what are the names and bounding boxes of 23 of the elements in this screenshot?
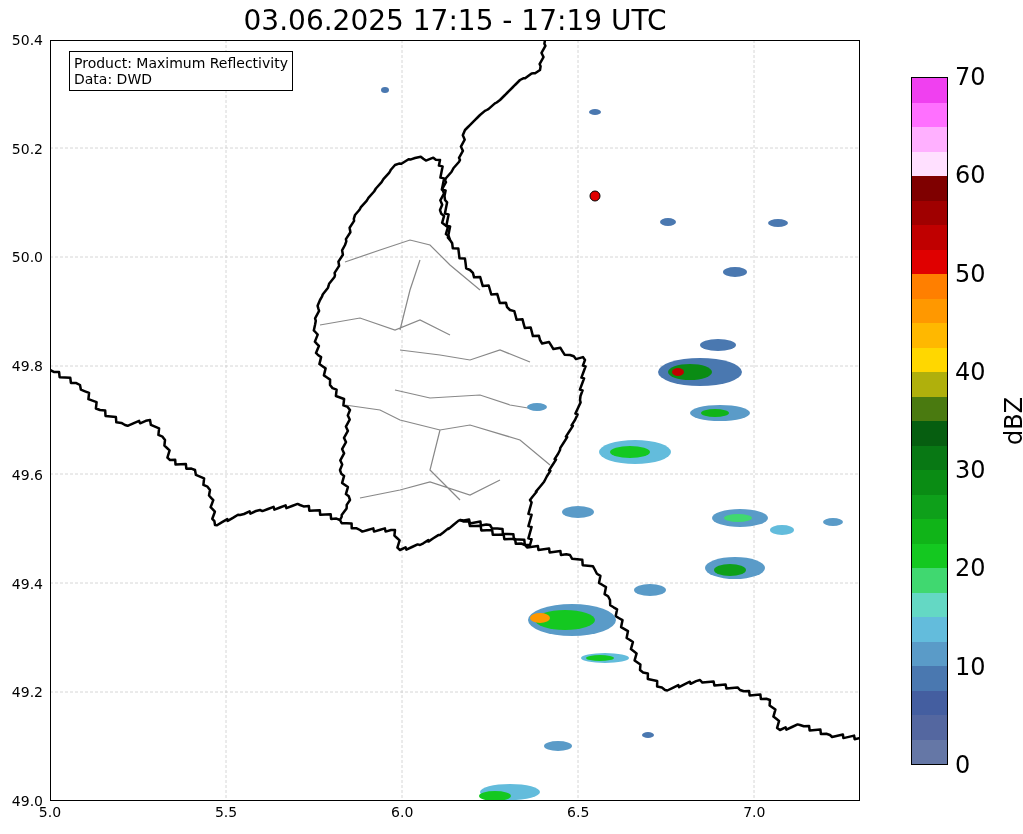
y-tick-label: 49.6 (11, 466, 43, 483)
y-tick-label: 50.0 (11, 249, 43, 266)
y-tick-label: 49.8 (11, 358, 43, 375)
info-text: Data: DWD (74, 71, 153, 87)
colorbar-label: dBZ (1000, 396, 1023, 446)
info-text: Product: Maximum Reflectivity (74, 55, 288, 71)
colorbar-tick-label: 30 (955, 457, 986, 484)
y-tick-label: 50.4 (11, 32, 43, 48)
chart-title: 03.06.2025 17:15 - 17:19 UTC (243, 3, 667, 37)
colorbar-tick-label: 60 (955, 162, 986, 189)
colorbar-tick-label: 40 (955, 358, 986, 385)
x-tick-label: 6.5 (567, 804, 590, 820)
y-tick-label: 49.4 (11, 575, 43, 592)
x-tick-label: 5.5 (214, 804, 238, 820)
colorbar-tick-label: 50 (955, 260, 986, 287)
x-tick-label: 7.0 (743, 804, 766, 820)
colorbar-tick-label: 20 (955, 555, 986, 582)
colorbar-tick-label: 70 (955, 64, 986, 90)
y-tick-label: 50.2 (11, 140, 43, 157)
y-tick-label: 49.2 (11, 684, 43, 701)
colorbar-tick-label: 10 (955, 653, 986, 680)
colorbar-tick-label: 0 (955, 752, 971, 778)
x-tick-label: 6.0 (391, 804, 414, 820)
